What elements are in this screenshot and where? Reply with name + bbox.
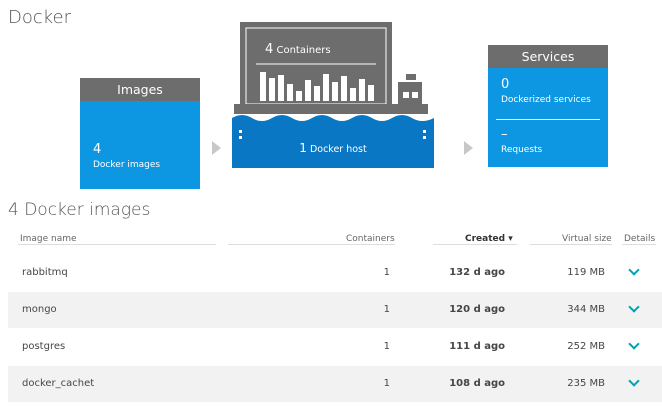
requests-value: – [501,127,508,142]
container-bar [296,91,302,101]
chimney-window [403,92,409,98]
flow-arrow-icon [212,141,221,155]
dockerized-count: 0 [501,77,510,92]
chimney [398,82,422,104]
flow-arrow-icon [464,141,473,155]
image-name[interactable]: mongo [22,292,57,328]
image-name[interactable]: docker_cachet [22,366,94,402]
chimney-top [406,74,416,80]
col-header-details: Details [624,234,656,244]
hull-rivet [239,130,242,133]
container-bar [269,78,275,101]
images-tile-header: Images [80,78,200,101]
col-header-virtual-size[interactable]: Virtual size [562,234,612,244]
image-name[interactable]: postgres [22,329,65,365]
created-cell: 108 d ago [449,378,505,389]
image-name[interactable]: rabbitmq [22,255,68,291]
requests-block: – Requests [501,128,542,156]
containers-label: Containers [276,45,331,56]
col-header-containers[interactable]: Containers [346,234,395,244]
containers-cell: 1 [383,267,390,278]
docker-host-summary: 1 Docker host [232,141,434,155]
container-bar [323,74,329,101]
chevron-down-icon[interactable] [628,264,640,276]
requests-label: Requests [501,145,543,155]
table-row[interactable]: rabbitmq 1 132 d ago 119 MB [8,255,662,291]
created-cell: 120 d ago [449,304,505,315]
chimney-window [412,92,418,98]
containers-count: 4 [265,42,274,57]
page-title: Docker [8,7,72,28]
images-count: 4 [93,142,102,157]
images-section-title: 4 Docker images [8,200,151,220]
created-cell: 111 d ago [449,341,505,352]
container-bar [332,82,338,101]
container-bar [260,72,266,101]
chevron-down-icon[interactable] [628,338,640,350]
services-tile-header: Services [488,45,608,68]
hull-rivet [423,136,426,139]
container-bar [314,86,320,101]
header-underline [18,244,216,245]
images-tile-body: 4 Docker images [80,101,200,189]
header-underline [530,244,612,245]
expand-details-button[interactable] [623,366,645,402]
services-tile-body: 0 Dockerized services – Requests [488,68,608,167]
hull-rivet [423,130,426,133]
header-underline [622,244,656,245]
table-row[interactable]: postgres 1 111 d ago 252 MB [8,329,662,365]
services-divider [496,119,600,120]
header-underline [228,244,395,245]
container-bar [368,85,374,101]
ship-deck [234,104,428,114]
table-row[interactable]: mongo 1 120 d ago 344 MB [8,292,662,328]
host-label: Docker host [309,144,367,155]
virtual-size-cell: 119 MB [567,267,605,278]
containers-summary: 4 Containers [265,42,331,57]
container-bar [359,79,365,101]
container-bar [305,80,311,101]
virtual-size-cell: 235 MB [567,378,605,389]
host-count: 1 [299,141,307,155]
containers-cell: 1 [383,341,390,352]
expand-details-button[interactable] [623,329,645,365]
virtual-size-cell: 344 MB [567,304,605,315]
col-header-image-name[interactable]: Image name [20,234,77,244]
images-label: Docker images [93,160,161,170]
header-underline [433,244,517,245]
expand-details-button[interactable] [623,292,645,328]
virtual-size-cell: 252 MB [567,341,605,352]
container-bar [341,76,347,101]
table-row[interactable]: docker_cachet 1 108 d ago 235 MB [8,366,662,402]
container-bar [287,84,293,101]
created-cell: 132 d ago [449,267,505,278]
containers-cell: 1 [383,378,390,389]
services-tile[interactable]: Services 0 Dockerized services – Request… [488,45,608,167]
dockerized-label: Dockerized services [501,95,591,105]
chevron-down-icon[interactable] [628,301,640,313]
images-tile[interactable]: Images 4 Docker images [80,78,200,189]
col-header-created[interactable]: Created ▾ [465,234,513,244]
chevron-down-icon[interactable] [628,375,640,387]
expand-details-button[interactable] [623,255,645,291]
containers-cell: 1 [383,304,390,315]
container-bar [350,88,356,101]
hull-rivet [239,136,242,139]
container-bar [278,75,284,101]
